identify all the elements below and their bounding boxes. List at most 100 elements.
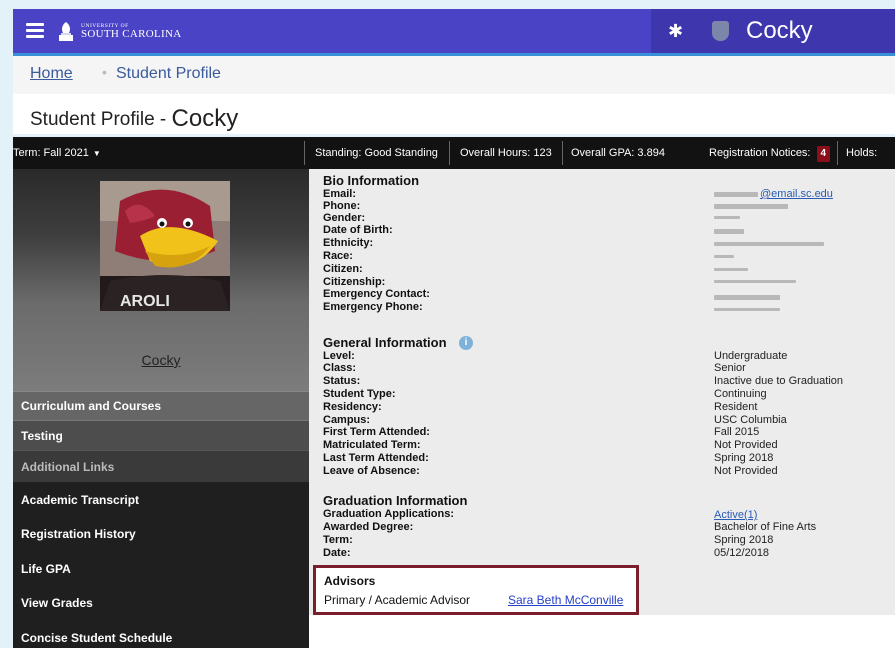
general-label: Campus: <box>323 414 371 426</box>
bio-title: Bio Information <box>323 173 420 188</box>
redacted-value <box>714 204 788 209</box>
hamburger-menu-icon[interactable] <box>26 23 44 38</box>
redacted-value <box>714 268 748 271</box>
sidebar-item-testing[interactable]: Testing <box>13 420 309 450</box>
redacted-value <box>714 280 796 283</box>
general-value: Not Provided <box>714 439 778 451</box>
redacted-value <box>714 308 780 311</box>
standing-text: Standing: Good Standing <box>315 147 438 159</box>
breadcrumb-separator: • <box>102 64 107 80</box>
svg-text:AROLI: AROLI <box>120 293 170 310</box>
advisor-name-link[interactable]: Sara Beth McConville <box>508 593 623 607</box>
overall-hours-text: Overall Hours: 123 <box>460 147 552 159</box>
divider <box>837 141 838 165</box>
bio-label: Emergency Phone: <box>323 301 423 313</box>
graduation-title: Graduation Information <box>323 493 468 508</box>
registration-notices[interactable]: Registration Notices: 4 <box>709 137 831 169</box>
bio-label: Citizen: <box>323 263 363 275</box>
top-nav-bar: UNIVERSITY OF SOUTH CAROLINA ✱ Cocky <box>13 9 895 56</box>
email-value-link[interactable]: @email.sc.edu <box>760 188 833 200</box>
bio-label: Emergency Contact: <box>323 288 430 300</box>
student-photo: AROLI <box>100 181 230 311</box>
student-name-link[interactable]: Cocky <box>13 352 309 368</box>
sidebar-link-concise-schedule[interactable]: Concise Student Schedule <box>13 621 309 648</box>
content-footer-area <box>309 615 895 648</box>
general-label: First Term Attended: <box>323 426 430 438</box>
general-label: Matriculated Term: <box>323 439 421 451</box>
term-label: Term: Fall 2021 <box>13 147 89 159</box>
advisors-box: Advisors Primary / Academic Advisor Sara… <box>313 565 639 615</box>
breadcrumb-current: Student Profile <box>116 65 221 82</box>
gear-icon[interactable]: ✱ <box>668 22 683 40</box>
sidebar-link-view-grades[interactable]: View Grades <box>13 586 309 620</box>
bio-label: Citizenship: <box>323 276 386 288</box>
general-value: Undergraduate <box>714 350 788 362</box>
sidebar-section-additional-links: Additional Links <box>13 450 309 482</box>
graduation-value: Spring 2018 <box>714 534 774 546</box>
general-value: Resident <box>714 401 758 413</box>
general-label: Level: <box>323 350 355 362</box>
general-value: USC Columbia <box>714 414 787 426</box>
general-value: Senior <box>714 362 746 374</box>
general-value: Continuing <box>714 388 767 400</box>
bio-label: Ethnicity: <box>323 237 374 249</box>
page-frame: UNIVERSITY OF SOUTH CAROLINA ✱ Cocky Hom… <box>0 0 895 648</box>
bio-label: Email: <box>323 188 357 200</box>
university-logo[interactable]: UNIVERSITY OF SOUTH CAROLINA <box>57 19 181 45</box>
sidebar-link-registration-history[interactable]: Registration History <box>13 517 309 551</box>
sidebar-item-curriculum[interactable]: Curriculum and Courses <box>13 391 309 420</box>
caret-down-icon: ▼ <box>92 149 101 158</box>
term-selector[interactable]: Term: Fall 2021 ▼ <box>13 137 101 169</box>
graduation-value: Bachelor of Fine Arts <box>714 521 817 533</box>
bio-label: Race: <box>323 250 353 262</box>
page-title-prefix: Student Profile - <box>30 109 172 130</box>
sidebar: AROLI Cocky Curriculum and Courses Testi… <box>13 169 309 648</box>
general-value: Spring 2018 <box>714 452 774 464</box>
profile-photo-panel: AROLI Cocky <box>13 169 309 391</box>
general-value: Inactive due to Graduation <box>714 375 844 387</box>
general-label: Leave of Absence: <box>323 465 420 477</box>
divider <box>304 141 305 165</box>
logo-big-text: SOUTH CAROLINA <box>81 28 182 41</box>
student-status-bar: Term: Fall 2021 ▼ Standing: Good Standing… <box>13 137 895 194</box>
title-bar: Student Profile - Cocky <box>13 94 895 134</box>
user-name[interactable]: Cocky <box>746 17 813 45</box>
graduation-label: Term: <box>323 534 353 546</box>
registration-notices-label: Registration Notices: <box>709 147 811 159</box>
general-title: General Information <box>323 335 447 350</box>
redacted-value <box>714 216 740 219</box>
info-icon[interactable]: i <box>459 336 473 350</box>
page-title: Student Profile - Cocky <box>30 104 238 132</box>
redacted-value <box>714 295 780 300</box>
user-area: ✱ Cocky <box>651 9 895 53</box>
logo-crest-icon <box>59 22 73 41</box>
graduation-value: 05/12/2018 <box>714 547 770 559</box>
user-avatar-icon[interactable] <box>712 21 729 41</box>
bio-label: Date of Birth: <box>323 224 393 236</box>
redacted-value <box>714 229 744 234</box>
general-label: Class: <box>323 362 357 374</box>
general-value: Fall 2015 <box>714 426 760 438</box>
bio-label: Gender: <box>323 212 366 224</box>
sidebar-link-life-gpa[interactable]: Life GPA <box>13 552 309 586</box>
sidebar-link-academic-transcript[interactable]: Academic Transcript <box>13 483 309 517</box>
advisor-role: Primary / Academic Advisor <box>324 593 471 607</box>
breadcrumb: Home • Student Profile <box>13 56 895 95</box>
holds-label: Holds: <box>846 147 878 159</box>
profile-details: Bio Information Email: Phone: Gender: Da… <box>309 169 895 615</box>
registration-notices-badge: 4 <box>816 146 831 162</box>
holds[interactable]: Holds:0 <box>846 137 895 194</box>
general-label: Last Term Attended: <box>323 452 429 464</box>
general-label: Residency: <box>323 401 382 413</box>
bio-label: Phone: <box>323 200 361 212</box>
graduation-label: Date: <box>323 547 351 559</box>
breadcrumb-home-link[interactable]: Home <box>30 65 73 83</box>
divider <box>562 141 563 165</box>
graduation-applications-link[interactable]: Active(1) <box>714 509 757 521</box>
page-title-name: Cocky <box>171 105 239 132</box>
redacted-value <box>714 255 734 258</box>
redacted-value <box>714 242 824 246</box>
graduation-label: Graduation Applications: <box>323 508 454 520</box>
general-label: Status: <box>323 375 361 387</box>
redacted-value <box>714 192 758 197</box>
